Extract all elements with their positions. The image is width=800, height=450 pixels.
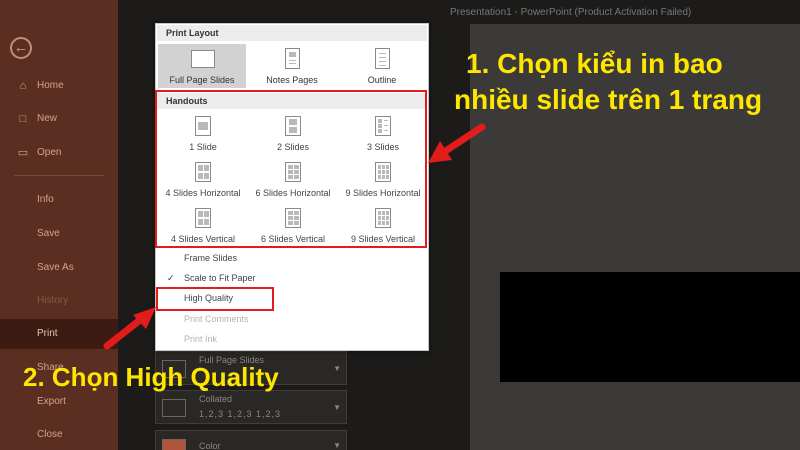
arrow-to-handouts-icon xyxy=(428,123,486,163)
callout-1-line-1: 1. Chọn kiểu in bao xyxy=(466,48,723,79)
arrow-to-high-quality-icon xyxy=(103,307,156,350)
screen: ← ⌂ Home □ New ▭ Open Info Save Save As … xyxy=(0,0,800,450)
callout-2: 2. Chọn High Quality xyxy=(23,362,279,392)
callout-1-line-2: nhiều slide trên 1 trang xyxy=(454,84,763,115)
